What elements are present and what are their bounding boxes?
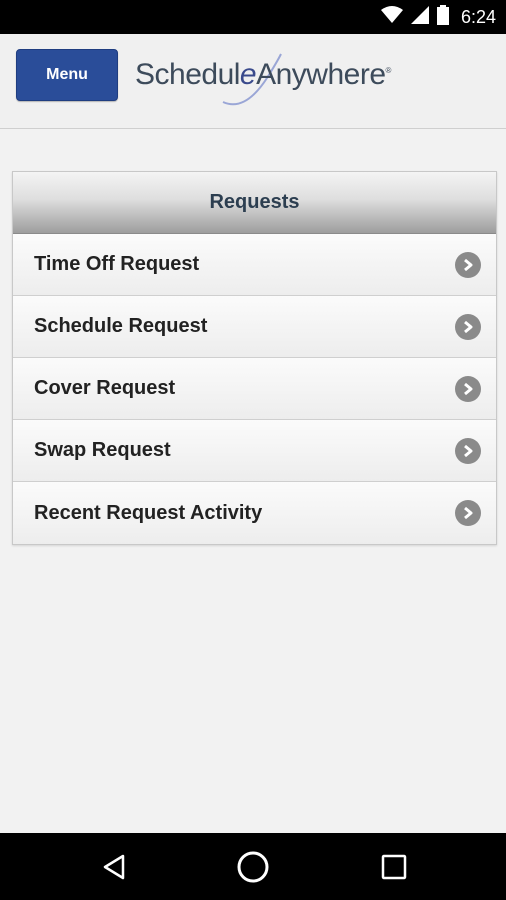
- list-item-label: Recent Request Activity: [34, 501, 263, 524]
- chevron-right-icon: [455, 313, 481, 340]
- list-item-swap-request[interactable]: Swap Request: [13, 420, 496, 482]
- signal-icon: [410, 5, 429, 29]
- home-icon[interactable]: [235, 849, 271, 885]
- logo-registered-mark: ®: [385, 66, 392, 75]
- battery-icon: [436, 4, 449, 30]
- list-item-schedule-request[interactable]: Schedule Request: [13, 296, 496, 358]
- schedule-anywhere-logo: ScheduleAnywhere®: [135, 50, 435, 110]
- logo-text: ScheduleAnywhere®: [135, 58, 391, 92]
- logo-part-3: Anywhere: [256, 58, 386, 91]
- list-item-label: Cover Request: [34, 377, 176, 399]
- requests-panel: Requests Time Off Request Schedule Reque…: [12, 171, 497, 545]
- logo-part-2: e: [239, 58, 257, 91]
- list-item-label: Time Off Request: [34, 253, 200, 275]
- back-icon[interactable]: [96, 849, 132, 885]
- list-item-cover-request[interactable]: Cover Request: [13, 358, 496, 420]
- chevron-right-icon: [455, 437, 481, 464]
- chevron-right-icon: [455, 375, 481, 402]
- requests-list: Time Off Request Schedule Request Cover …: [13, 234, 496, 544]
- requests-header: Requests: [13, 172, 496, 234]
- chevron-right-icon: [455, 500, 481, 526]
- status-bar: 6:24: [0, 0, 506, 34]
- status-icons: 6:24: [380, 0, 496, 34]
- navigation-bar: [0, 833, 506, 900]
- logo-part-1: Schedul: [135, 58, 240, 91]
- list-item-label: Schedule Request: [34, 315, 208, 337]
- status-time: 6:24: [460, 6, 496, 27]
- chevron-right-icon: [455, 251, 481, 278]
- wifi-icon: [380, 5, 403, 29]
- list-item-recent-request-activity[interactable]: Recent Request Activity: [13, 482, 496, 544]
- list-item-time-off-request[interactable]: Time Off Request: [13, 234, 496, 296]
- app-header: Menu ScheduleAnywhere®: [0, 34, 506, 129]
- menu-button[interactable]: Menu: [16, 49, 118, 101]
- list-item-label: Swap Request: [34, 439, 171, 461]
- recents-icon[interactable]: [376, 849, 412, 885]
